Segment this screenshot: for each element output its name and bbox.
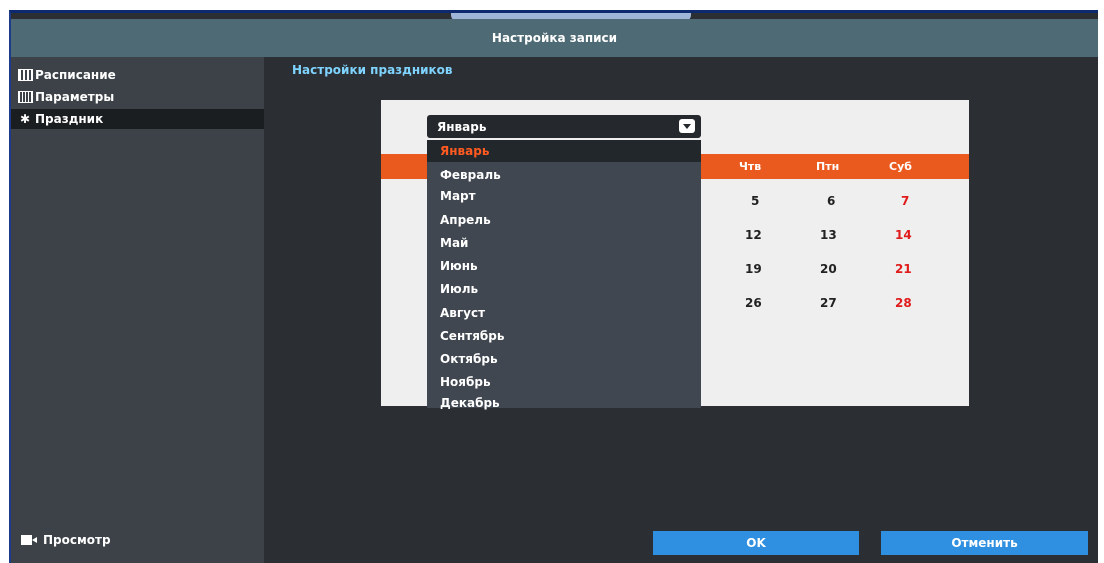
month-option[interactable]: Апрель <box>427 209 701 231</box>
sidebar-item-schedule[interactable]: Расписание <box>11 65 264 85</box>
sidebar-item-holiday[interactable]: ✱ Праздник <box>11 109 264 129</box>
calendar-day[interactable]: 21 <box>895 262 912 276</box>
calendar-day[interactable]: 20 <box>820 262 837 276</box>
calendar-day[interactable]: 13 <box>820 228 837 242</box>
sidebar-item-label: Расписание <box>35 68 116 82</box>
month-option[interactable]: Сентябрь <box>427 324 701 346</box>
calendar-day[interactable]: 6 <box>827 194 835 208</box>
calendar-icon <box>17 69 33 82</box>
month-option[interactable]: Март <box>427 186 701 208</box>
ok-button[interactable]: OK <box>653 531 859 555</box>
calendar-day[interactable]: 12 <box>745 228 762 242</box>
preview-label: Просмотр <box>43 533 111 547</box>
weekday-header: Суб <box>889 160 912 173</box>
month-option[interactable]: Ноябрь <box>427 370 701 392</box>
calendar-day[interactable]: 14 <box>895 228 912 242</box>
parameters-icon <box>17 91 33 104</box>
sidebar-item-label: Праздник <box>35 112 104 126</box>
window-title: Настройка записи <box>11 19 1098 57</box>
palm-tree-icon: ✱ <box>19 112 31 126</box>
month-option[interactable]: Декабрь <box>427 392 701 414</box>
calendar-day[interactable]: 5 <box>751 194 759 208</box>
month-dropdown-list: Январь Февраль Март Апрель Май Июнь Июль… <box>427 140 701 410</box>
page-title: Настройки праздников <box>292 63 453 77</box>
month-option[interactable]: Май <box>427 232 701 254</box>
month-option[interactable]: Февраль <box>427 164 701 186</box>
month-option[interactable]: Октябрь <box>427 347 701 369</box>
sidebar-item-label: Параметры <box>35 90 115 104</box>
month-option[interactable]: Январь <box>427 140 701 162</box>
sidebar-item-parameters[interactable]: Параметры <box>11 87 264 107</box>
month-select-value: Январь <box>437 119 487 134</box>
recording-settings-window: Настройка записи Расписание Параметры ✱ … <box>9 10 1098 563</box>
calendar-day[interactable]: 19 <box>745 262 762 276</box>
month-option[interactable]: Июль <box>427 278 701 300</box>
camera-icon <box>21 534 37 546</box>
chevron-down-icon[interactable] <box>679 119 695 133</box>
month-option[interactable]: Июнь <box>427 255 701 277</box>
cancel-button[interactable]: Отменить <box>881 531 1088 555</box>
calendar-day[interactable]: 26 <box>745 296 762 310</box>
sidebar: Расписание Параметры ✱ Праздник <box>11 57 264 563</box>
weekday-header: Птн <box>816 160 840 173</box>
month-select[interactable]: Январь <box>427 115 701 138</box>
preview-button[interactable]: Просмотр <box>21 533 111 547</box>
calendar-day[interactable]: 28 <box>895 296 912 310</box>
month-option[interactable]: Август <box>427 301 701 323</box>
calendar-day[interactable]: 7 <box>901 194 909 208</box>
weekday-header: Чтв <box>739 160 762 173</box>
calendar-day[interactable]: 27 <box>820 296 837 310</box>
